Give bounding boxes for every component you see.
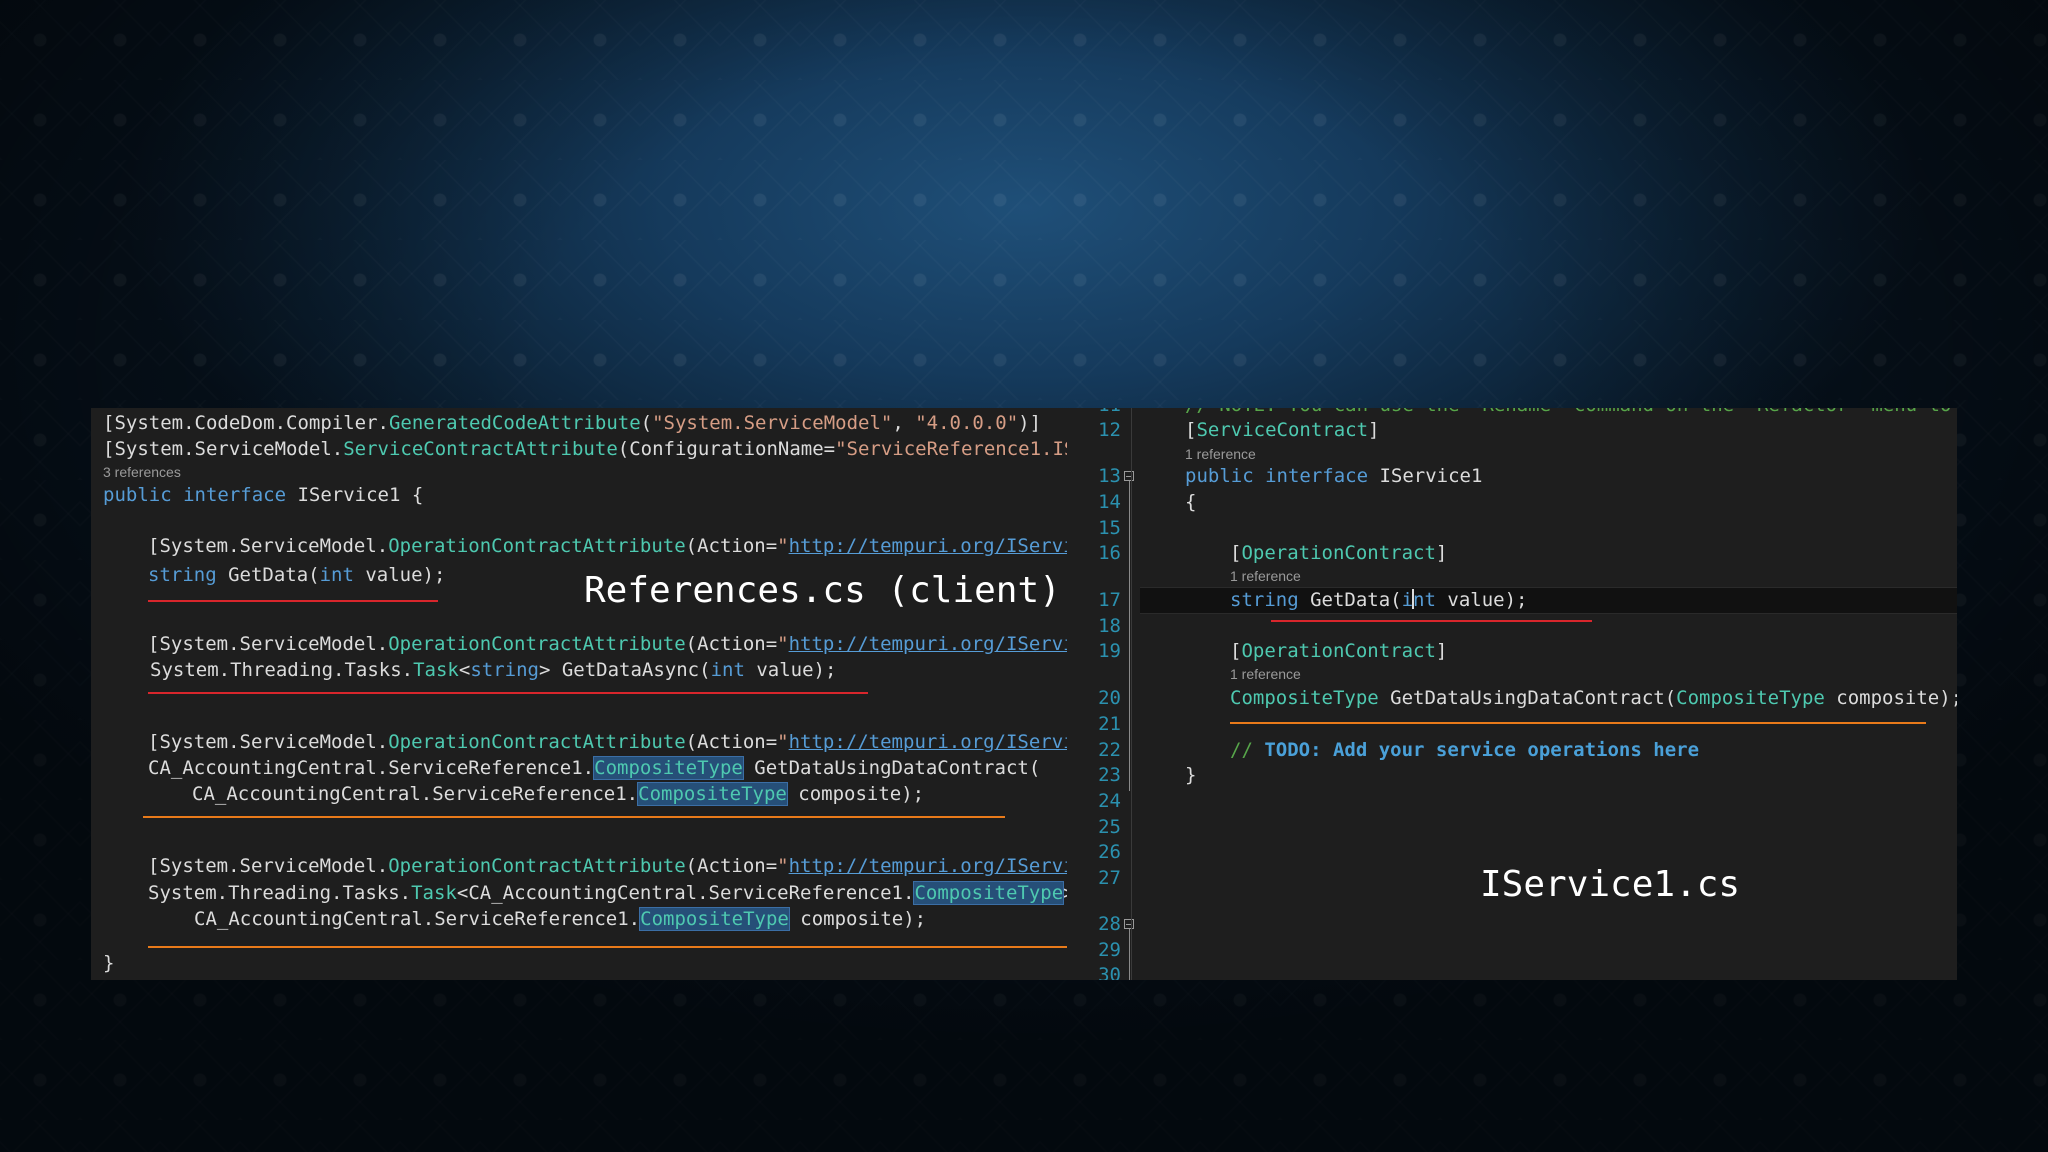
line-number: 27 — [1098, 867, 1121, 889]
red-underline — [148, 692, 868, 694]
line-number: 25 — [1098, 816, 1121, 838]
line-number: 15 — [1098, 517, 1121, 539]
highlighted-type[interactable]: CompositeType — [637, 782, 788, 806]
line-number: 13 — [1098, 465, 1121, 487]
code-line: [ServiceContract] — [1185, 419, 1380, 441]
references-code-panel: [System.CodeDom.Compiler.GeneratedCodeAt… — [91, 408, 1067, 980]
line-number: 17 — [1098, 589, 1121, 611]
line-number: 14 — [1098, 491, 1121, 513]
line-number: 12 — [1098, 419, 1121, 441]
highlighted-type[interactable]: CompositeType — [639, 907, 790, 931]
line-number: 19 — [1098, 640, 1121, 662]
outline-guide — [1129, 481, 1130, 791]
line-number: 23 — [1098, 764, 1121, 786]
code-line: System.Threading.Tasks.Task<CA_Accountin… — [148, 881, 1067, 905]
collapse-icon[interactable] — [1124, 919, 1134, 929]
red-underline — [1271, 620, 1592, 622]
codelens-references[interactable]: 1 reference — [1185, 446, 1256, 462]
iservice-title: IService1.cs — [1480, 864, 1741, 905]
orange-underline — [143, 816, 1005, 818]
code-line: [OperationContract] — [1230, 542, 1448, 564]
line-number: 26 — [1098, 841, 1121, 863]
line-number: 30 — [1098, 964, 1121, 980]
code-line: string GetData(int value); — [1230, 589, 1528, 611]
code-line: CA_AccountingCentral.ServiceReference1.C… — [192, 782, 925, 806]
orange-underline — [148, 946, 1067, 948]
code-line: [System.ServiceModel.OperationContractAt… — [148, 633, 1067, 655]
codelens-references[interactable]: 3 references — [103, 464, 181, 480]
code-line: string GetData(int value); — [148, 564, 446, 586]
url-link[interactable]: http://tempuri.org/IServic — [789, 535, 1067, 557]
orange-underline — [1230, 722, 1926, 724]
code-line: } — [103, 952, 115, 974]
url-link[interactable]: http://tempuri.org/IServic — [789, 731, 1067, 753]
code-line: { — [1185, 491, 1197, 513]
highlighted-type[interactable]: CompositeType — [593, 756, 744, 780]
code-line: [OperationContract] — [1230, 640, 1448, 662]
outline-guide — [1129, 929, 1130, 980]
line-number: 20 — [1098, 687, 1121, 709]
line-number: 18 — [1098, 615, 1121, 637]
code-line: [System.ServiceModel.OperationContractAt… — [148, 855, 1067, 877]
code-line: CA_AccountingCentral.ServiceReference1.C… — [148, 756, 1041, 780]
line-number: 21 — [1098, 713, 1121, 735]
code-line: } — [1185, 764, 1197, 786]
line-number: 28 — [1098, 913, 1121, 935]
url-link[interactable]: http://tempuri.org/IServic — [789, 855, 1067, 877]
iservice-code-panel: 11 12 13 14 15 16 17 18 19 20 21 22 23 2… — [1067, 408, 1957, 980]
line-number: 11 — [1067, 408, 1121, 416]
red-underline — [148, 600, 438, 602]
code-comment: // NOTE: You can use the "Rename" comman… — [1185, 408, 1957, 416]
code-line: [System.ServiceModel.OperationContractAt… — [148, 731, 1067, 753]
line-number: 22 — [1098, 739, 1121, 761]
code-line: [System.ServiceModel.ServiceContractAttr… — [103, 438, 1067, 460]
code-line: [System.ServiceModel.OperationContractAt… — [148, 535, 1067, 557]
code-line: CA_AccountingCentral.ServiceReference1.C… — [194, 907, 927, 931]
code-line: // TODO: Add your service operations her… — [1230, 739, 1700, 761]
line-number: 29 — [1098, 939, 1121, 961]
highlighted-type[interactable]: CompositeType — [913, 881, 1065, 905]
code-line: public interface IService1 { — [103, 484, 424, 506]
url-link[interactable]: http://tempuri.org/IServic — [789, 633, 1067, 655]
code-line: public interface IService1 — [1185, 465, 1483, 487]
code-line: CompositeType GetDataUsingDataContract(C… — [1230, 687, 1957, 709]
codelens-references[interactable]: 1 reference — [1230, 666, 1301, 682]
code-line: [System.CodeDom.Compiler.GeneratedCodeAt… — [103, 412, 1042, 434]
codelens-references[interactable]: 1 reference — [1230, 568, 1301, 584]
references-title: References.cs (client) — [584, 570, 1061, 611]
gutter-divider — [1131, 408, 1132, 980]
collapse-icon[interactable] — [1124, 471, 1134, 481]
code-line: System.Threading.Tasks.Task<string> GetD… — [150, 659, 837, 681]
line-number: 16 — [1098, 542, 1121, 564]
line-number: 24 — [1098, 790, 1121, 812]
